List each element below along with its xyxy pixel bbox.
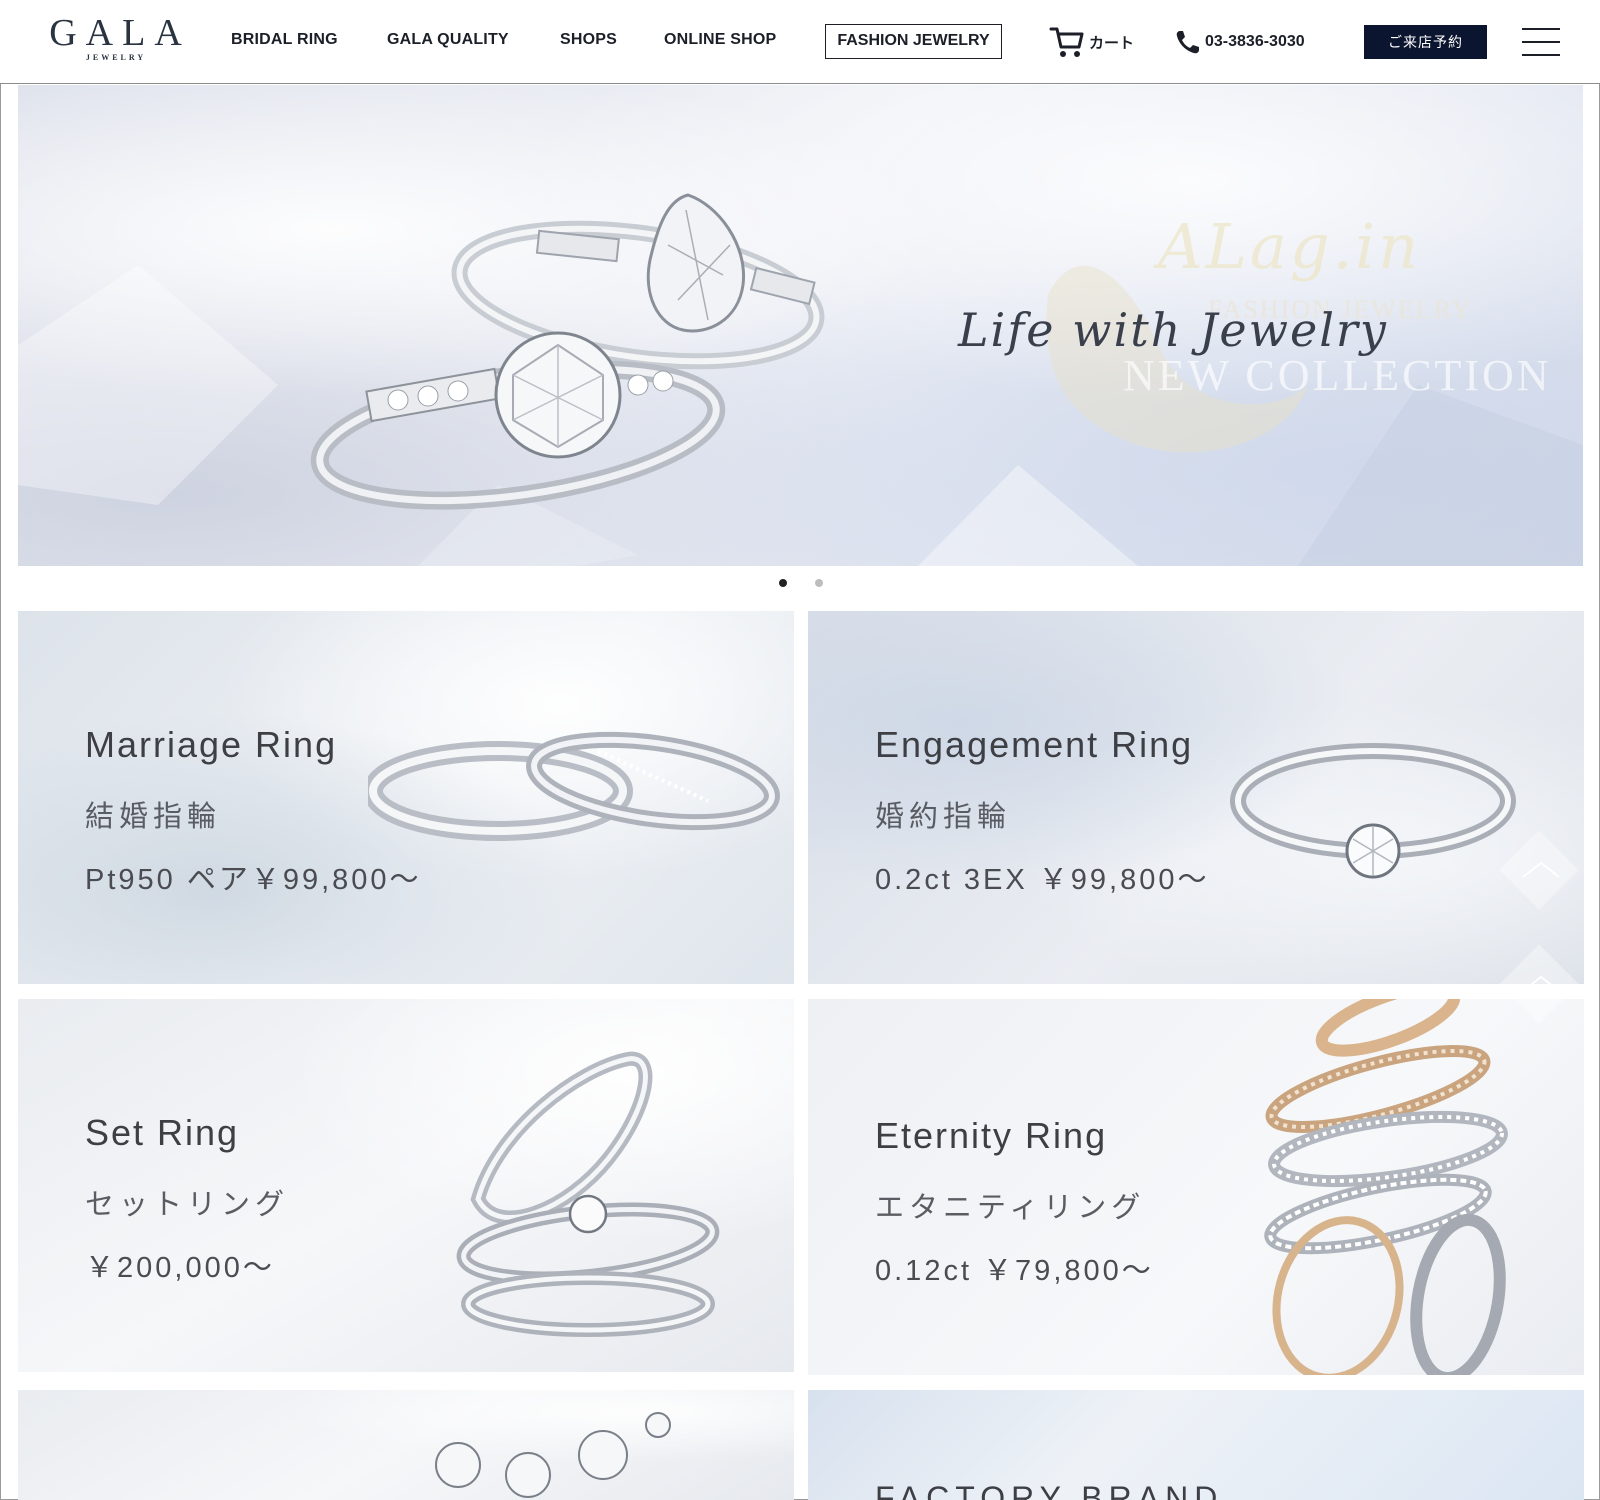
tile-subtitle-jp: 結婚指輪 [85,801,222,833]
factory-brand-label: FACTORY BRAND [875,1480,1224,1500]
logo-subtitle: JEWELRY [85,53,147,62]
nav-online-shop[interactable]: ONLINE SHOP [664,31,776,49]
hero-banner[interactable]: ALag.in FASHION JEWELRY NEW COLLECTION L… [18,85,1583,566]
hamburger-line [1522,54,1560,56]
set-ring-image [456,1051,720,1337]
hamburger-menu-icon[interactable] [1522,26,1560,58]
cart-icon [1049,27,1084,57]
tile-engagement-ring[interactable]: Engagement Ring 婚約指輪 0.2ct 3EX ￥99,800～ [808,611,1584,984]
diamond-image [435,1412,671,1498]
tile-title: Engagement Ring [875,724,1194,765]
engagement-ring-image [1230,743,1516,879]
tile-eternity-ring[interactable]: Eternity Ring エタニティリング 0.12ct ￥79,800～ [808,999,1584,1375]
hero-new-collection-label: NEW COLLECTION [1123,351,1552,400]
tile-price: Pt950 ペア￥99,800～ [85,864,422,896]
logo-wordmark: GALA [49,12,191,54]
tile-title: Marriage Ring [85,724,338,765]
hamburger-line [1522,41,1560,43]
tile-subtitle-jp: セットリング [85,1189,290,1221]
hero-brand-script: ALag.in [1158,210,1422,283]
carousel-dot-2[interactable] [815,579,823,587]
chevron-up-icon [1522,861,1560,878]
tile-subtitle-jp: エタニティリング [875,1192,1146,1224]
tile-factory-brand[interactable]: FACTORY BRAND [808,1390,1584,1500]
cart-label: カート [1089,34,1135,52]
tile-set-ring[interactable]: Set Ring セットリング ￥200,000～ [18,999,794,1372]
phone-icon [1176,31,1199,54]
tile-diamonds[interactable] [18,1390,794,1500]
carousel-dot-1[interactable] [779,579,787,587]
gala-logo[interactable]: GALA JEWELRY [40,12,192,68]
tile-title: Set Ring [85,1112,240,1153]
chevron-up-icon [1522,975,1560,992]
tile-price: 0.2ct 3EX ￥99,800～ [875,864,1210,896]
nav-shops[interactable]: SHOPS [560,31,617,49]
tile-title: Eternity Ring [875,1115,1108,1156]
tile-marriage-ring[interactable]: Marriage Ring 結婚指輪 Pt950 ペア￥99,800～ [18,611,794,984]
tile-subtitle-jp: 婚約指輪 [875,801,1012,833]
phone-number: 03-3836-3030 [1205,33,1305,50]
marriage-ring-image [368,731,780,841]
phone-link[interactable]: 03-3836-3030 [1174,26,1318,58]
eternity-ring-image [1264,999,1508,1375]
site-header: GALA JEWELRY BRIDAL RING GALA QUALITY SH… [0,0,1600,84]
nav-gala-quality[interactable]: GALA QUALITY [387,31,509,49]
cart-link[interactable]: カート [1049,24,1143,60]
store-reservation-button[interactable]: ご来店予約 [1364,25,1487,59]
tile-price: ￥200,000～ [85,1252,275,1284]
carousel-pagination [0,575,1600,591]
tile-price: 0.12ct ￥79,800～ [875,1255,1154,1287]
nav-bridal-ring[interactable]: BRIDAL RING [231,31,338,49]
hamburger-line [1522,28,1560,30]
hero-tagline: Life with Jewelry [958,303,1388,357]
nav-fashion-jewelry-button[interactable]: FASHION JEWELRY [825,24,1002,59]
